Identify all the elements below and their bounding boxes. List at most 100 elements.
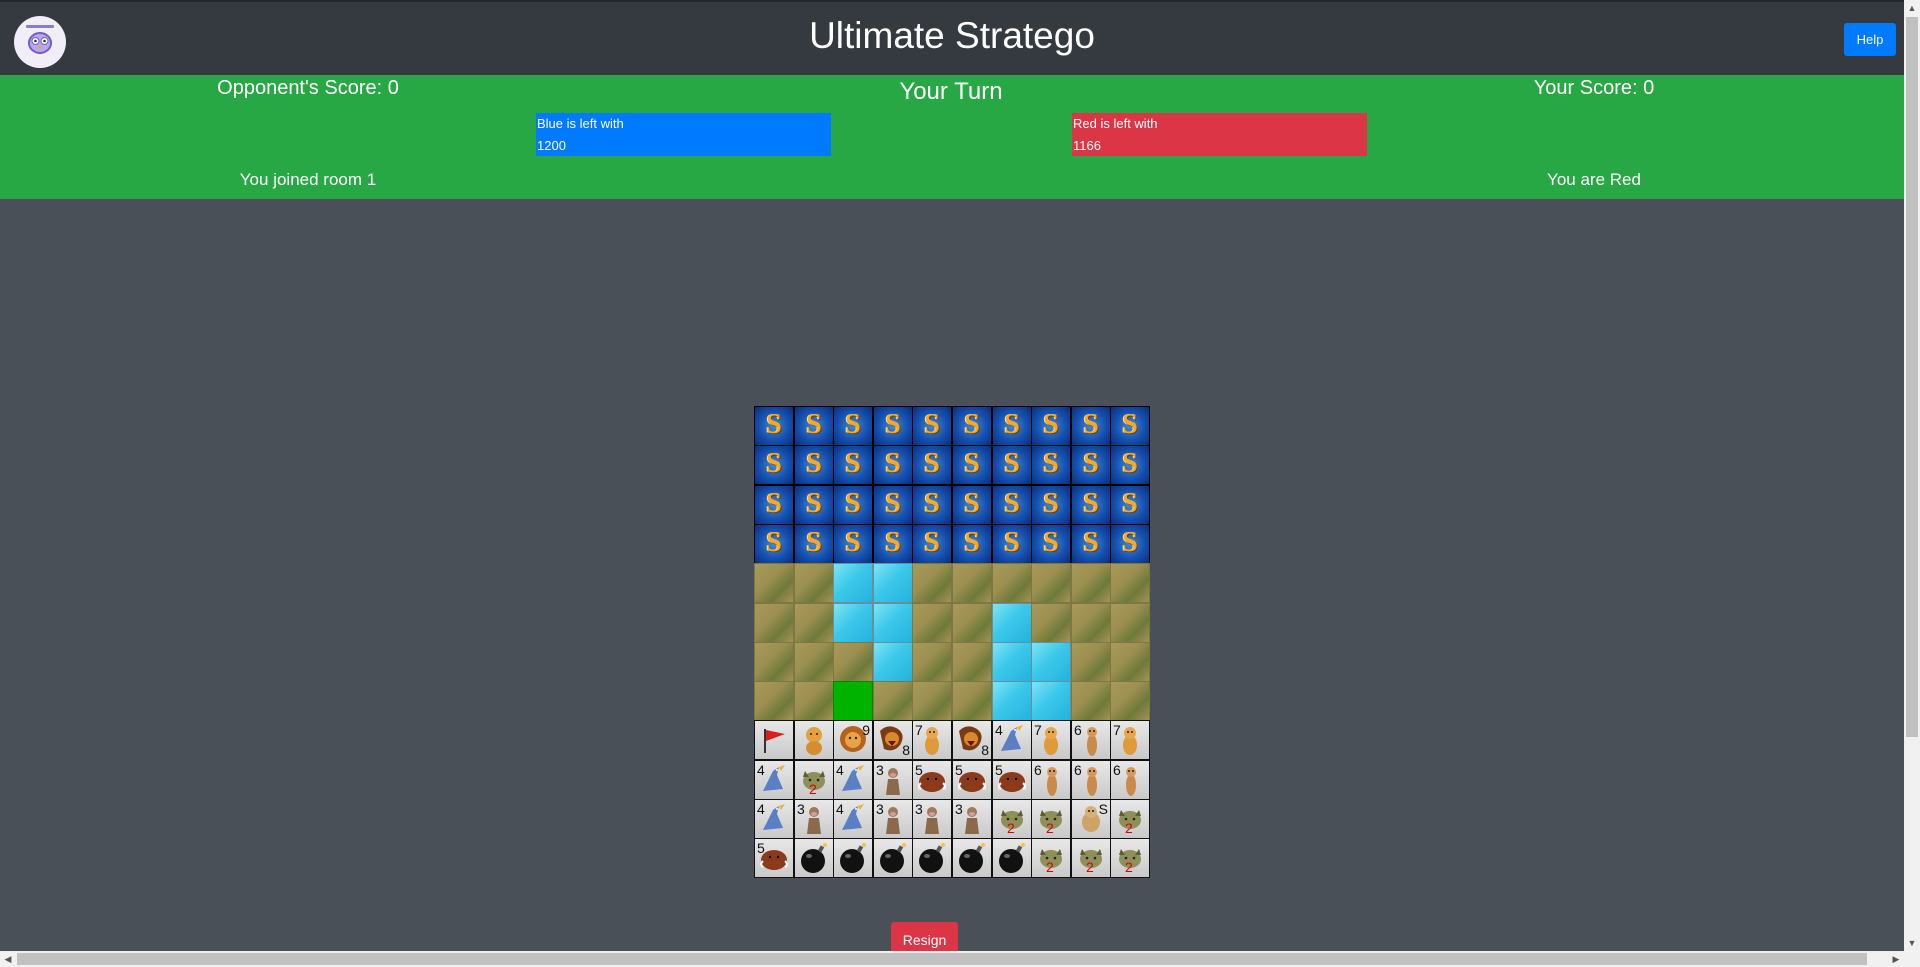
blue-hidden-piece[interactable]: S xyxy=(1071,485,1111,525)
blue-hidden-piece[interactable]: S xyxy=(912,485,952,525)
blue-hidden-piece[interactable]: S xyxy=(912,524,952,564)
vertical-scrollbar-thumb[interactable] xyxy=(1906,17,1918,737)
blue-hidden-piece[interactable]: S xyxy=(952,485,992,525)
red-piece[interactable]: 9 xyxy=(833,720,873,760)
grass-square[interactable] xyxy=(754,642,794,682)
scroll-down-icon[interactable]: ▼ xyxy=(1904,935,1920,951)
red-piece[interactable]: 5 xyxy=(992,760,1032,800)
red-piece[interactable]: 2 xyxy=(1071,838,1111,878)
grass-square[interactable] xyxy=(1071,681,1111,721)
red-piece[interactable] xyxy=(992,838,1032,878)
blue-hidden-piece[interactable]: S xyxy=(1031,445,1071,485)
grass-square[interactable] xyxy=(992,563,1032,603)
red-piece[interactable]: 8 xyxy=(952,720,992,760)
blue-hidden-piece[interactable]: S xyxy=(1110,406,1150,446)
red-piece[interactable]: 2 xyxy=(794,760,834,800)
red-piece[interactable]: 4 xyxy=(754,799,794,839)
blue-hidden-piece[interactable]: S xyxy=(992,524,1032,564)
red-piece[interactable]: 6 xyxy=(1110,760,1150,800)
blue-hidden-piece[interactable]: S xyxy=(794,485,834,525)
grass-square[interactable] xyxy=(873,681,913,721)
blue-hidden-piece[interactable]: S xyxy=(833,524,873,564)
grass-square[interactable] xyxy=(754,681,794,721)
grass-square[interactable] xyxy=(952,681,992,721)
blue-hidden-piece[interactable]: S xyxy=(794,445,834,485)
blue-hidden-piece[interactable]: S xyxy=(992,485,1032,525)
blue-hidden-piece[interactable]: S xyxy=(754,485,794,525)
blue-hidden-piece[interactable]: S xyxy=(1110,485,1150,525)
grass-square[interactable] xyxy=(912,603,952,643)
blue-hidden-piece[interactable]: S xyxy=(1031,485,1071,525)
red-piece[interactable]: 5 xyxy=(912,760,952,800)
blue-hidden-piece[interactable]: S xyxy=(1071,524,1111,564)
blue-hidden-piece[interactable]: S xyxy=(912,445,952,485)
red-piece[interactable] xyxy=(794,838,834,878)
blue-hidden-piece[interactable]: S xyxy=(1110,445,1150,485)
blue-hidden-piece[interactable]: S xyxy=(794,524,834,564)
scroll-up-icon[interactable]: ▲ xyxy=(1904,0,1920,16)
blue-hidden-piece[interactable]: S xyxy=(1031,524,1071,564)
blue-hidden-piece[interactable]: S xyxy=(833,445,873,485)
grass-square[interactable] xyxy=(912,642,952,682)
blue-hidden-piece[interactable]: S xyxy=(1110,524,1150,564)
red-piece[interactable]: 8 xyxy=(873,720,913,760)
red-piece[interactable] xyxy=(833,838,873,878)
red-piece[interactable]: 5 xyxy=(754,838,794,878)
grass-square[interactable] xyxy=(754,563,794,603)
blue-hidden-piece[interactable]: S xyxy=(1071,406,1111,446)
red-piece[interactable]: 7 xyxy=(1110,720,1150,760)
blue-hidden-piece[interactable]: S xyxy=(952,445,992,485)
grass-square[interactable] xyxy=(754,603,794,643)
blue-hidden-piece[interactable]: S xyxy=(912,406,952,446)
red-piece[interactable]: 7 xyxy=(912,720,952,760)
grass-square[interactable] xyxy=(794,563,834,603)
blue-hidden-piece[interactable]: S xyxy=(1071,445,1111,485)
help-button[interactable]: Help xyxy=(1844,23,1896,56)
blue-hidden-piece[interactable]: S xyxy=(794,406,834,446)
red-piece[interactable]: 6 xyxy=(1031,760,1071,800)
blue-hidden-piece[interactable]: S xyxy=(754,524,794,564)
blue-hidden-piece[interactable]: S xyxy=(833,485,873,525)
grass-square[interactable] xyxy=(1110,681,1150,721)
red-piece[interactable] xyxy=(912,838,952,878)
blue-hidden-piece[interactable]: S xyxy=(833,406,873,446)
blue-hidden-piece[interactable]: S xyxy=(754,406,794,446)
red-piece[interactable]: 2 xyxy=(1110,799,1150,839)
red-piece[interactable] xyxy=(873,838,913,878)
grass-square[interactable] xyxy=(912,563,952,603)
blue-hidden-piece[interactable]: S xyxy=(952,524,992,564)
red-piece[interactable]: 6 xyxy=(1071,760,1111,800)
highlighted-move-square[interactable] xyxy=(833,681,873,721)
grass-square[interactable] xyxy=(952,603,992,643)
red-piece[interactable]: 2 xyxy=(992,799,1032,839)
grass-square[interactable] xyxy=(1031,563,1071,603)
red-piece[interactable]: 3 xyxy=(952,799,992,839)
grass-square[interactable] xyxy=(833,642,873,682)
red-piece[interactable]: 3 xyxy=(873,799,913,839)
grass-square[interactable] xyxy=(1031,603,1071,643)
grass-square[interactable] xyxy=(952,563,992,603)
red-piece[interactable]: 4 xyxy=(833,799,873,839)
red-piece[interactable]: 7 xyxy=(1031,720,1071,760)
red-piece[interactable]: 3 xyxy=(912,799,952,839)
grass-square[interactable] xyxy=(1110,603,1150,643)
blue-hidden-piece[interactable]: S xyxy=(873,445,913,485)
blue-hidden-piece[interactable]: S xyxy=(1031,406,1071,446)
grass-square[interactable] xyxy=(912,681,952,721)
red-piece[interactable]: 3 xyxy=(873,760,913,800)
red-piece[interactable]: 2 xyxy=(1031,838,1071,878)
scroll-left-icon[interactable]: ◀ xyxy=(0,951,16,967)
grass-square[interactable] xyxy=(794,642,834,682)
red-piece[interactable] xyxy=(952,838,992,878)
grass-square[interactable] xyxy=(1110,642,1150,682)
grass-square[interactable] xyxy=(1071,642,1111,682)
grass-square[interactable] xyxy=(1110,563,1150,603)
scroll-right-icon[interactable]: ▶ xyxy=(1888,951,1904,967)
horizontal-scrollbar-thumb[interactable] xyxy=(17,953,1867,965)
red-piece[interactable]: 2 xyxy=(1110,838,1150,878)
red-piece[interactable]: 4 xyxy=(754,760,794,800)
red-piece[interactable] xyxy=(754,720,794,760)
grass-square[interactable] xyxy=(1071,603,1111,643)
blue-hidden-piece[interactable]: S xyxy=(952,406,992,446)
red-piece[interactable]: 4 xyxy=(833,760,873,800)
